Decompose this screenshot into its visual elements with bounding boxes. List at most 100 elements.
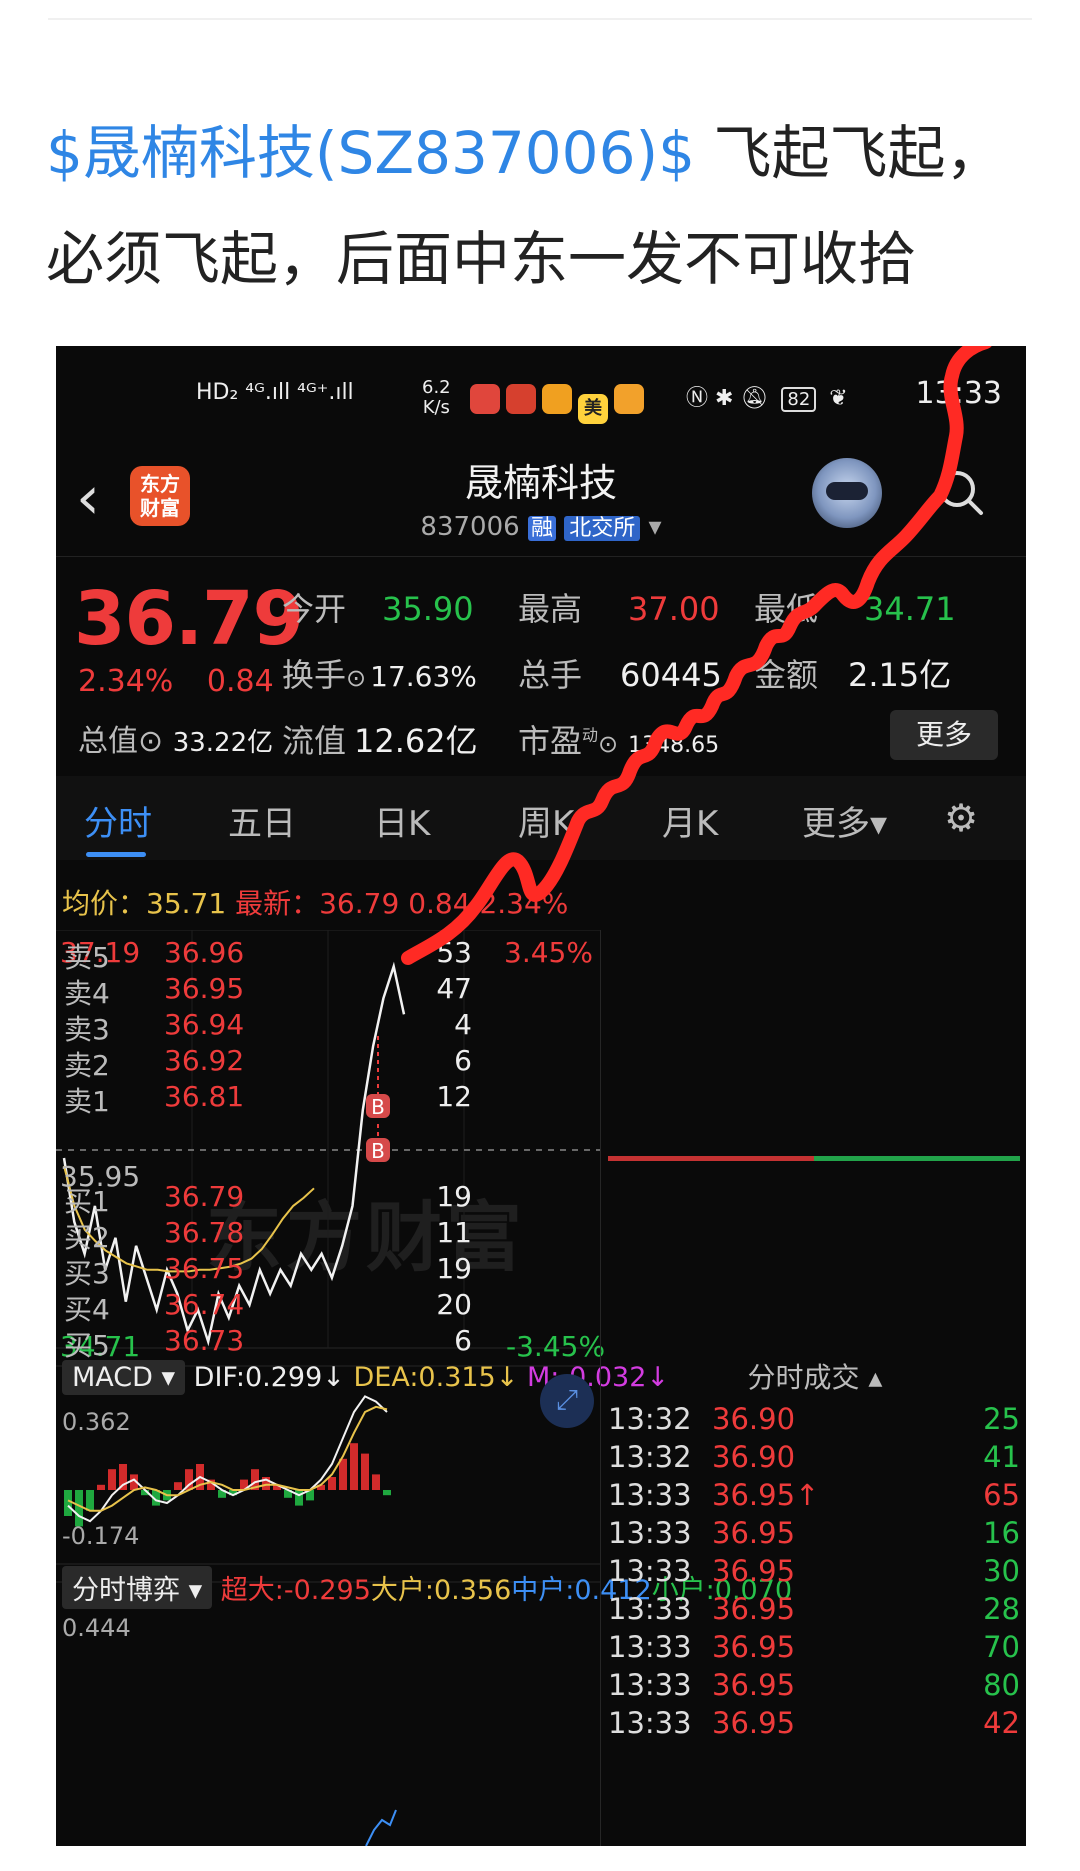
bid-price: 36.78 xyxy=(164,1216,245,1249)
trade-volume: 28 xyxy=(983,1592,1020,1626)
open-value: 35.90 xyxy=(382,590,474,628)
ask-level: 卖2 xyxy=(64,1049,110,1082)
amount-label: 金额 xyxy=(754,656,819,694)
trade-volume: 41 xyxy=(983,1440,1020,1474)
trade-price: 36.95 xyxy=(712,1592,796,1626)
trade-price: 36.90 xyxy=(712,1440,796,1474)
top-divider xyxy=(48,18,1032,20)
ask-volume: 6 xyxy=(454,1044,472,1077)
tab-intraday[interactable]: 分时 xyxy=(84,796,152,845)
float-cap-value: 12.62亿 xyxy=(354,722,478,760)
float-cap-label: 流值 xyxy=(282,722,347,760)
mute-icon: 🔕︎ xyxy=(740,386,769,411)
ask-volume: 53 xyxy=(436,936,472,969)
macd-bar xyxy=(350,1443,358,1490)
notification-icons: 美 xyxy=(470,384,650,424)
more-button[interactable]: 更多 xyxy=(890,710,998,760)
tab-five-day[interactable]: 五日 xyxy=(228,796,296,845)
ask-price: 36.96 xyxy=(164,936,245,969)
total-cap-value: 33.22亿 xyxy=(172,728,274,758)
ask-row: 卖1 36.81 12 xyxy=(56,1080,478,1118)
post-text-line2: 必须飞起，后面中东一发不可收拾 xyxy=(46,225,917,293)
macd-bar xyxy=(339,1458,347,1490)
bluetooth-icon: ✱ xyxy=(715,386,734,411)
ask-row: 卖2 36.92 6 xyxy=(56,1044,478,1082)
total-cap: 总值⊙ 33.22亿 xyxy=(78,716,273,760)
trade-price: 36.90 xyxy=(712,1402,796,1436)
tab-monthly-k[interactable]: 月K xyxy=(662,796,718,845)
stock-tag-link[interactable]: $晟楠科技(SZ837006)$ xyxy=(46,119,695,187)
trade-time: 13:32 xyxy=(608,1402,692,1436)
info-icon[interactable]: ⊙ xyxy=(138,724,163,759)
macd-dif-arrow: ↓ xyxy=(322,1362,345,1393)
avg-label: 均价： xyxy=(62,887,147,920)
battery-icon: 82 xyxy=(781,387,817,412)
macd-top-value: 0.362 xyxy=(62,1408,131,1436)
search-icon[interactable] xyxy=(936,468,984,516)
pe-label: 市盈 xyxy=(518,722,583,760)
trade-time: 13:33 xyxy=(608,1630,692,1664)
tab-more[interactable]: 更多▾ xyxy=(802,796,887,845)
network-speed: 6.2 K/s xyxy=(422,378,451,418)
red-packet-icon xyxy=(542,384,572,414)
open-field: 今开 35.90 xyxy=(282,584,474,630)
bid-volume: 6 xyxy=(454,1324,472,1357)
pe-sup: 动 xyxy=(582,725,599,745)
gear-icon[interactable]: ⚙ xyxy=(944,796,978,840)
macd-dea: DEA:0.315 xyxy=(353,1362,496,1393)
bid-volume: 20 xyxy=(436,1288,472,1321)
robot-assistant-icon[interactable] xyxy=(812,458,882,528)
amount-field: 金额 2.15亿 xyxy=(754,650,951,696)
flow-selector[interactable]: 分时博弈 ▾ xyxy=(62,1566,213,1609)
ask-row: 卖4 36.95 47 xyxy=(56,972,478,1010)
avg-value: 35.71 xyxy=(146,887,227,920)
flow-top-value: 0.444 xyxy=(62,1614,131,1642)
trade-volume: 70 xyxy=(983,1630,1020,1664)
expand-icon[interactable]: ⤢ xyxy=(540,1374,594,1428)
clock: 13:33 xyxy=(915,376,1002,411)
ask-row: 卖3 36.94 4 xyxy=(56,1008,478,1046)
trade-volume: 16 xyxy=(983,1516,1020,1550)
latest-change: 0.84 xyxy=(408,887,471,920)
tab-weekly-k[interactable]: 周K xyxy=(518,796,574,845)
trade-price: 36.95 xyxy=(712,1630,796,1664)
trade-row: 13:32 36.90 25 xyxy=(604,1402,1026,1440)
pe-field: 市盈动⊙ 1348.65 xyxy=(518,716,719,762)
info-icon[interactable]: ⊙ xyxy=(346,664,366,692)
trade-price: 36.95 xyxy=(712,1554,796,1588)
bid-row: 买1 36.79 19 xyxy=(56,1180,478,1218)
ask-price: 36.92 xyxy=(164,1044,245,1077)
speed-value: 6.2 xyxy=(422,377,451,398)
bid-volume: 19 xyxy=(436,1252,472,1285)
trade-time: 13:33 xyxy=(608,1668,692,1702)
stock-app-screenshot[interactable]: HD₂ ⁴ᴳ.ıll ⁴ᴳ⁺.ıll 6.2 K/s 美 Ⓝ ✱ 🔕︎ 82 ❦… xyxy=(56,346,1026,1846)
ask-row: 卖5 36.96 53 xyxy=(56,936,478,974)
volume-field: 总手 60445 xyxy=(518,650,722,696)
chart-tabs: 分时 五日 日K 周K 月K 更多▾ ⚙ xyxy=(56,776,1026,860)
macd-selector[interactable]: MACD ▾ xyxy=(62,1360,186,1395)
ask-volume: 47 xyxy=(436,972,472,1005)
ask-price: 36.94 xyxy=(164,1008,245,1041)
float-cap-field: 流值 12.62亿 xyxy=(282,716,478,762)
bid-row: 买4 36.74 20 xyxy=(56,1288,478,1326)
latest-value: 36.79 xyxy=(319,887,400,920)
trade-row: 13:33 36.95 28 xyxy=(604,1592,1026,1630)
bid-level: 买1 xyxy=(64,1185,110,1218)
turnover-field: 换手⊙ 17.63% xyxy=(282,650,477,696)
trades-title[interactable]: 分时成交 ▴ xyxy=(604,1356,1026,1396)
post-text-line1: 飞起飞起， xyxy=(695,119,1004,187)
amount-value: 2.15亿 xyxy=(848,656,952,694)
leaf-icon: ❦ xyxy=(829,386,848,411)
high-value: 37.00 xyxy=(628,590,720,628)
macd-bar xyxy=(108,1469,116,1490)
nfc-icon: Ⓝ xyxy=(686,386,709,411)
trade-volume: 30 xyxy=(983,1554,1020,1588)
panel-separator xyxy=(600,930,601,1846)
trade-row: 13:33 36.95 70 xyxy=(604,1630,1026,1668)
change-pct: 2.34% xyxy=(78,664,174,699)
info-icon[interactable]: ⊙ xyxy=(598,730,618,758)
tab-daily-k[interactable]: 日K xyxy=(374,796,430,845)
stock-code-line[interactable]: 837006 融 北交所 ▾ xyxy=(56,510,1026,542)
macd-bar xyxy=(383,1490,391,1496)
wallet-icon xyxy=(614,384,644,414)
